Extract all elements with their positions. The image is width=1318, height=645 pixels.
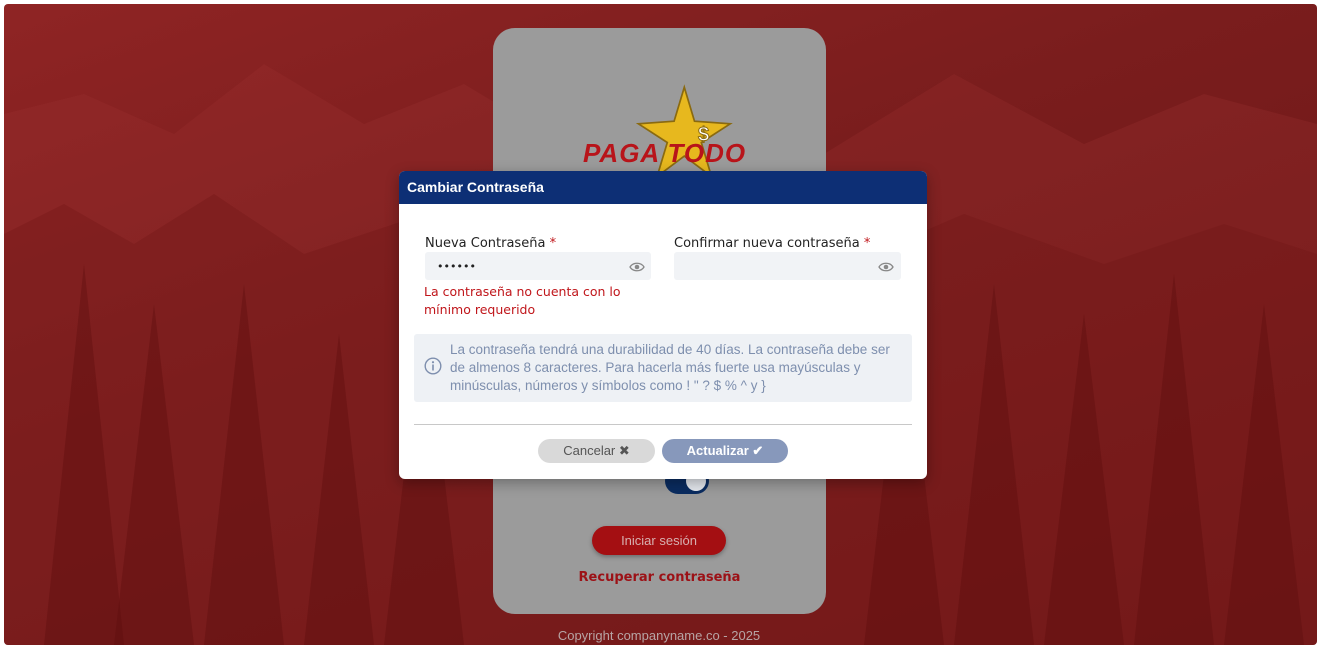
password-error-message: La contraseña no cuenta con lo mínimo re… xyxy=(424,284,621,317)
update-button[interactable]: Actualizar ✔ xyxy=(662,439,788,463)
copyright-text: Copyright companyname.co - 2025 xyxy=(557,628,761,643)
new-password-label-text: Nueva Contraseña xyxy=(425,236,546,251)
confirm-password-label-text: Confirmar nueva contraseña xyxy=(674,236,860,251)
recover-password-link[interactable]: Recuperar contraseña xyxy=(493,570,826,585)
new-password-input[interactable] xyxy=(425,252,651,280)
change-password-modal: Cambiar Contraseña Nueva Contraseña * La… xyxy=(399,171,927,479)
new-password-label: Nueva Contraseña * xyxy=(425,236,556,251)
eye-icon[interactable] xyxy=(629,261,645,273)
required-mark: * xyxy=(549,236,557,251)
logo-wordmark: PAGA TODO xyxy=(583,138,747,168)
password-info-text: La contraseña tendrá una durabilidad de … xyxy=(450,342,890,393)
password-info-box: La contraseña tendrá una durabilidad de … xyxy=(414,334,912,402)
confirm-password-input[interactable] xyxy=(674,252,901,280)
divider xyxy=(414,424,912,425)
confirm-password-label: Confirmar nueva contraseña * xyxy=(674,236,870,251)
required-mark: * xyxy=(863,236,871,251)
info-icon xyxy=(424,357,442,375)
cancel-button[interactable]: Cancelar ✖ xyxy=(538,439,655,463)
eye-icon[interactable] xyxy=(878,261,894,273)
login-button[interactable]: Iniciar sesión xyxy=(592,526,726,555)
modal-title: Cambiar Contraseña xyxy=(399,171,927,204)
